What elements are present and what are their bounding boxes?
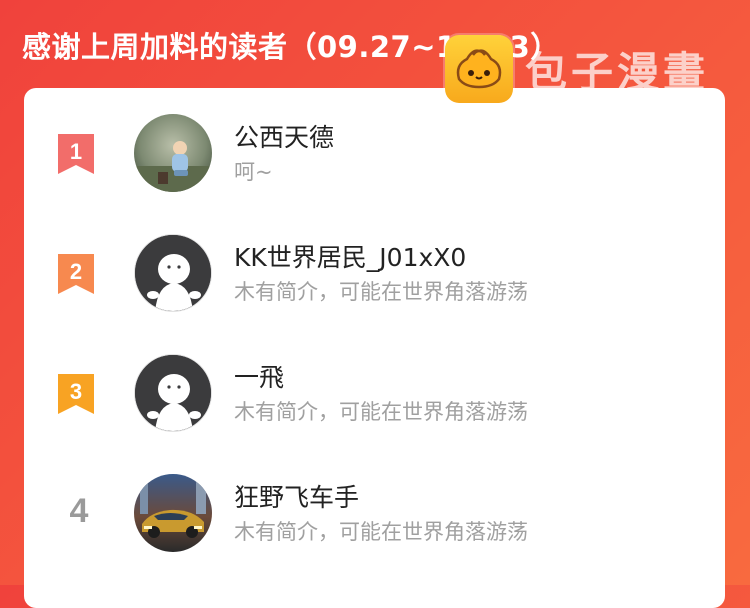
default-avatar-icon	[135, 235, 211, 311]
reader-bio: 木有简介，可能在世界角落游荡	[234, 520, 528, 544]
avatar[interactable]	[134, 114, 212, 192]
list-item[interactable]: 2 KK世界居民_J01xX0 木有简介，可能在世界角落游荡	[24, 234, 725, 334]
svg-text:2: 2	[70, 259, 82, 284]
car-photo-avatar-icon	[134, 474, 212, 552]
svg-text:3: 3	[70, 379, 82, 404]
reader-name[interactable]: KK世界居民_J01xX0	[234, 238, 466, 274]
reader-bio: 木有简介，可能在世界角落游荡	[234, 400, 528, 424]
list-item[interactable]: 3 一飛 木有简介，可能在世界角落游荡	[24, 354, 725, 454]
reader-name[interactable]: 公西天德	[234, 118, 334, 154]
list-item[interactable]: 4 狂野飞车手 木有简介，可能在世界角落游荡	[24, 474, 725, 574]
rank-number: 4	[69, 492, 89, 530]
photo-child-avatar-icon	[134, 114, 212, 192]
avatar[interactable]	[134, 474, 212, 552]
reader-bio: 木有简介，可能在世界角落游荡	[234, 280, 528, 304]
reader-list-card: 1 公西天德 呵~ 2 KK世界居民_J01xX0 木有简介，可能在世界角落游荡…	[24, 88, 725, 608]
svg-text:1: 1	[70, 139, 82, 164]
watermark-text: 包子漫畫	[525, 47, 710, 97]
avatar[interactable]	[134, 354, 212, 432]
list-item[interactable]: 1 公西天德 呵~	[24, 114, 725, 214]
avatar[interactable]	[134, 234, 212, 312]
reader-bio: 呵~	[234, 160, 273, 184]
watermark: 包子漫畫	[445, 34, 709, 104]
rank-2-ribbon-icon: 2	[58, 254, 94, 294]
rank-1-ribbon-icon: 1	[58, 134, 94, 174]
reader-name[interactable]: 一飛	[234, 358, 284, 394]
reader-name[interactable]: 狂野飞车手	[234, 478, 359, 514]
bun-mascot-icon	[445, 35, 513, 103]
default-avatar-icon	[135, 355, 211, 431]
rank-3-ribbon-icon: 3	[58, 374, 94, 414]
